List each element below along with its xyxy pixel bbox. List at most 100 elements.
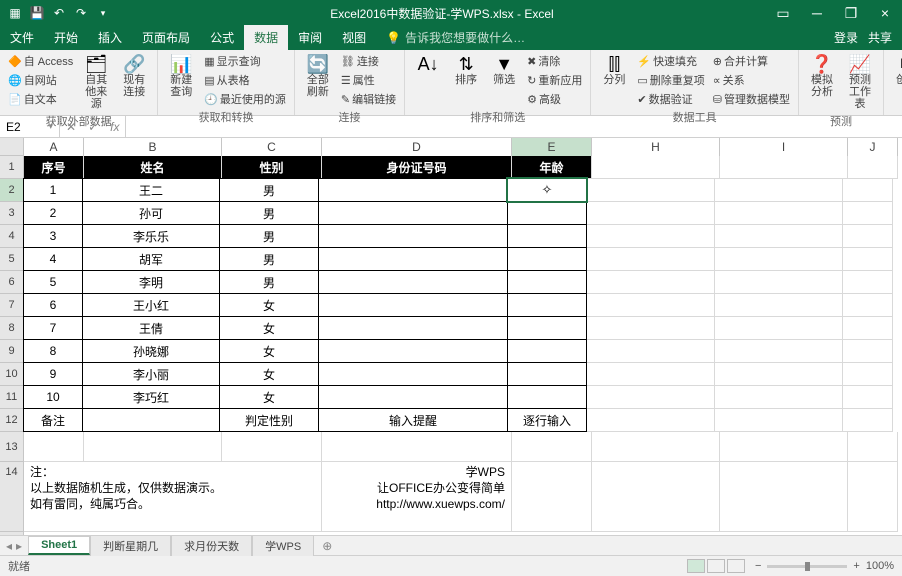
cell[interactable]: 李乐乐 [82,224,220,248]
cell[interactable] [592,462,720,532]
cells-area[interactable]: 序号 姓名 性别 身份证号码 年龄 1王二男✧2孙可男3李乐乐男4胡军男5李明男… [24,156,902,536]
row-header[interactable]: 4 [0,225,23,248]
tab-layout[interactable]: 页面布局 [132,25,200,50]
sort-button[interactable]: ⇅排序 [449,52,483,88]
from-web-button[interactable]: 🌐自网站 [6,71,75,89]
cell[interactable]: 王二 [82,178,220,202]
cell[interactable] [720,462,848,532]
cell[interactable] [587,294,715,317]
cell[interactable]: 5 [23,270,83,294]
cell[interactable] [715,179,843,202]
tab-file[interactable]: 文件 [0,25,44,50]
cell[interactable]: 2 [23,201,83,225]
cell[interactable] [507,270,587,294]
cell[interactable]: 6 [23,293,83,317]
cell[interactable] [843,363,893,386]
cell[interactable] [318,293,508,317]
ribbon-options-icon[interactable]: ▭ [766,5,800,22]
sheet-tab-sheet1[interactable]: Sheet1 [28,536,90,555]
cell[interactable] [222,432,322,462]
row-header[interactable]: 7 [0,294,23,317]
cell[interactable]: 1 [23,178,83,202]
cell[interactable] [507,224,587,248]
cell[interactable] [318,270,508,294]
cell[interactable]: 女 [219,293,319,317]
col-header-D[interactable]: D [322,138,512,156]
text-to-columns-button[interactable]: ⫿⫿分列 [597,52,631,88]
cell[interactable] [843,340,893,363]
col-header-J[interactable]: J [848,138,898,156]
cell[interactable] [587,386,715,409]
cell[interactable]: 判定性别 [219,408,319,432]
cell[interactable]: 8 [23,339,83,363]
name-box[interactable]: E2▾ [0,116,60,137]
cell[interactable]: 4 [23,247,83,271]
tab-review[interactable]: 审阅 [288,25,332,50]
cell[interactable]: 李明 [82,270,220,294]
tab-view[interactable]: 视图 [332,25,376,50]
cell[interactable]: 女 [219,339,319,363]
cell[interactable]: 男 [219,178,319,202]
zoom-level[interactable]: 100% [866,560,894,572]
cell[interactable] [318,201,508,225]
cell[interactable] [587,271,715,294]
table-header[interactable]: 年龄 [512,156,592,179]
cell[interactable] [507,385,587,409]
share-button[interactable]: 共享 [868,29,892,46]
formula-input[interactable] [126,116,902,137]
refresh-all-button[interactable]: 🔄全部刷新 [301,52,335,100]
save-icon[interactable]: 💾 [30,6,44,20]
zoom-in-button[interactable]: + [853,560,859,572]
tab-home[interactable]: 开始 [44,25,88,50]
cell[interactable]: 7 [23,316,83,340]
cell[interactable] [720,432,848,462]
data-validation-button[interactable]: ✔数据验证 [635,90,706,108]
cell[interactable]: 李巧红 [82,385,220,409]
cell[interactable] [507,201,587,225]
row-header[interactable]: 2 [0,179,23,202]
whatif-button[interactable]: ❓模拟分析 [805,52,839,100]
sheet-tab-monthdays[interactable]: 求月份天数 [171,535,252,556]
col-header-I[interactable]: I [720,138,848,156]
select-all-corner[interactable] [0,138,24,156]
cell[interactable]: 孙可 [82,201,220,225]
from-access-button[interactable]: 🔶自 Access [6,52,75,70]
tab-data[interactable]: 数据 [244,25,288,50]
cell[interactable] [715,409,843,432]
cell[interactable] [84,432,222,462]
tab-formulas[interactable]: 公式 [200,25,244,50]
cell[interactable] [843,294,893,317]
cell[interactable] [715,202,843,225]
enter-icon[interactable]: ✓ [82,120,104,134]
tellme-search[interactable]: 💡 告诉我您想要做什么… [376,25,824,50]
cell[interactable] [587,225,715,248]
notes-right[interactable]: 学WPS 让OFFICE办公变得简单 http://www.xuewps.com… [322,462,512,532]
cell[interactable] [715,363,843,386]
cell[interactable] [843,409,893,432]
cell[interactable]: 9 [23,362,83,386]
cell[interactable]: 男 [219,247,319,271]
cancel-icon[interactable]: ✕ [60,120,82,134]
cell[interactable] [318,316,508,340]
cell[interactable] [843,317,893,340]
cell[interactable]: 男 [219,201,319,225]
chevron-down-icon[interactable]: ▾ [48,121,53,132]
cell[interactable] [848,156,898,179]
cell[interactable] [322,432,512,462]
row-header[interactable]: 6 [0,271,23,294]
filter-button[interactable]: ▼筛选 [487,52,521,88]
cell[interactable]: 女 [219,385,319,409]
cell[interactable] [843,386,893,409]
cell[interactable]: 王小红 [82,293,220,317]
relationships-button[interactable]: ∝关系 [711,71,792,89]
new-query-button[interactable]: 📊新建 查询 [164,52,198,100]
col-header-C[interactable]: C [222,138,322,156]
restore-button[interactable]: ❐ [834,5,868,22]
cell[interactable] [843,179,893,202]
group-button[interactable]: ⧉创建组 [890,52,902,100]
row-header[interactable]: 12 [0,409,23,432]
sheet-prev-icon[interactable]: ◂ [6,539,12,553]
recent-sources-button[interactable]: 🕘最近使用的源 [202,90,288,108]
cell[interactable] [715,248,843,271]
normal-view-button[interactable] [687,559,705,573]
